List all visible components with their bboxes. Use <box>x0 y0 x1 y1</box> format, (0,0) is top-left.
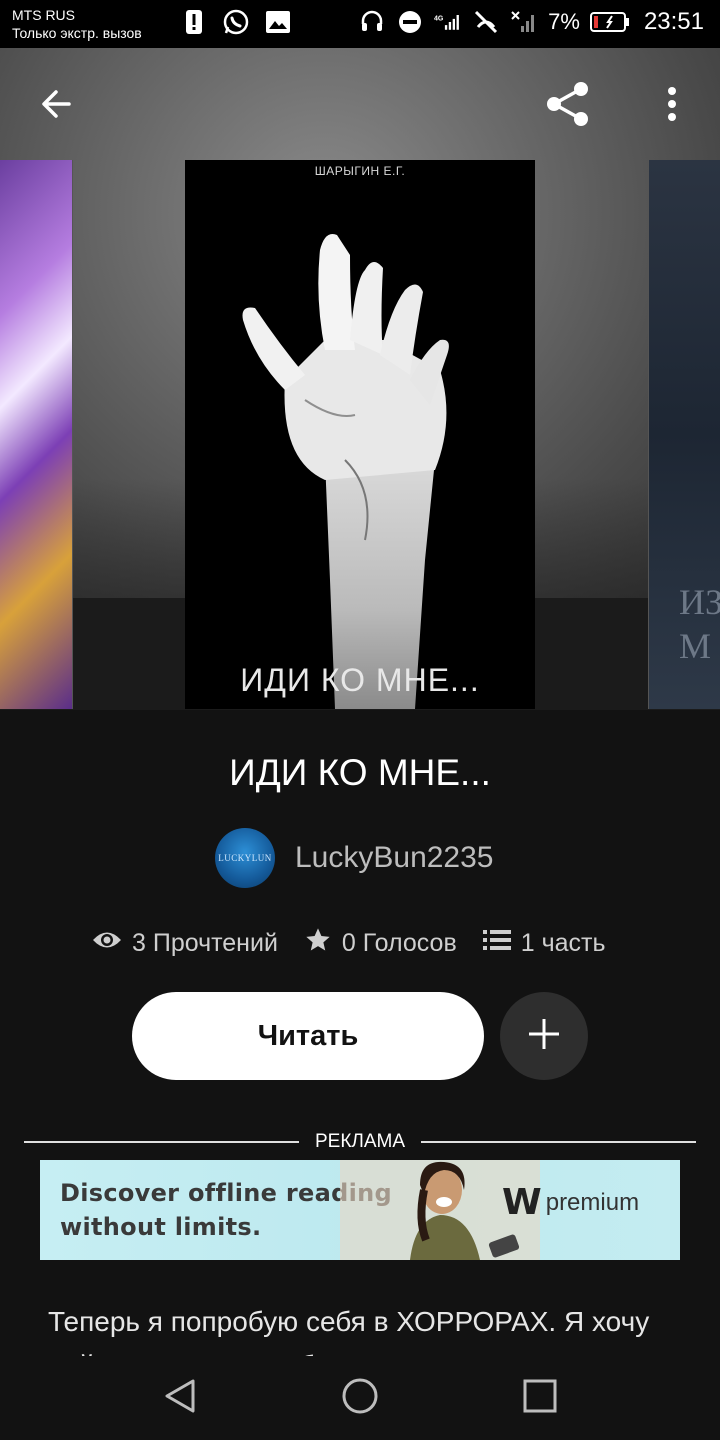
parts-count: 1 часть <box>520 929 606 957</box>
star-icon <box>304 926 332 961</box>
plus-icon <box>527 1017 561 1056</box>
book-stats: 3 Прочтений 0 Голосов 1 часть <box>92 926 606 961</box>
author-name[interactable]: LuckyBun2235 <box>295 841 494 875</box>
next-cover-text: ИЗ М <box>679 582 720 666</box>
previous-cover[interactable] <box>0 160 73 709</box>
system-icons: 4G 7% 23:51 <box>358 8 704 36</box>
circle-home-icon <box>341 1377 379 1420</box>
share-icon <box>544 80 592 133</box>
ad-banner[interactable]: Discover offline reading without limits.… <box>40 1160 680 1260</box>
square-recents-icon <box>523 1379 557 1418</box>
alert-icon <box>180 8 208 36</box>
avatar[interactable]: LUCKYLUN <box>215 828 275 888</box>
author-row[interactable]: LUCKYLUN LuckyBun2235 <box>215 828 494 888</box>
arrow-left-icon <box>39 87 73 126</box>
add-to-library-button[interactable] <box>500 992 588 1080</box>
votes-count: 0 Голосов <box>341 929 457 957</box>
carrier-status: Только экстр. вызов <box>12 25 142 41</box>
ad-label: РЕКЛАМА <box>314 1131 406 1152</box>
carrier-name: MTS RUS <box>12 7 75 23</box>
reads-stat: 3 Прочтений <box>92 929 278 958</box>
no-call-icon <box>472 8 500 36</box>
battery-percent: 7% <box>548 9 580 34</box>
avatar-text: LUCKYLUN <box>218 853 272 863</box>
nav-home-button[interactable] <box>338 1376 382 1420</box>
nav-back-button[interactable] <box>158 1376 202 1420</box>
no-signal-icon <box>510 8 538 36</box>
nav-recents-button[interactable] <box>518 1376 562 1420</box>
svg-text:4G: 4G <box>434 15 444 22</box>
headset-icon <box>358 8 386 36</box>
ad-logo: W premium <box>502 1182 639 1223</box>
navigation-bar <box>0 1356 720 1440</box>
back-button[interactable] <box>28 78 84 134</box>
wattpad-logo-icon: W <box>502 1182 542 1223</box>
whatsapp-icon <box>222 8 250 36</box>
read-button[interactable]: Читать <box>132 992 484 1080</box>
parts-stat: 1 часть <box>482 929 606 958</box>
share-button[interactable] <box>540 78 596 134</box>
votes-stat: 0 Голосов <box>304 926 457 961</box>
next-cover[interactable]: ИЗ М <box>648 160 720 709</box>
more-vert-icon <box>667 86 677 127</box>
divider-line-left <box>24 1141 299 1143</box>
clock: 23:51 <box>643 8 704 35</box>
do-not-disturb-icon <box>396 8 424 36</box>
carrier-info: MTS RUS Только экстр. вызов <box>12 6 142 42</box>
image-icon <box>264 8 292 36</box>
divider-line-right <box>421 1141 696 1143</box>
reads-count: 3 Прочтений <box>132 929 278 957</box>
book-title: ИДИ КО МНЕ... <box>229 752 491 793</box>
book-description: Теперь я попробую себя в ХОРРОРАХ. Я хоч… <box>48 1306 650 1360</box>
more-button[interactable] <box>644 78 700 134</box>
battery-icon <box>589 8 630 36</box>
list-icon <box>482 929 511 958</box>
status-bar: MTS RUS Только экстр. вызов 4G 7% 23:51 <box>0 0 720 48</box>
ad-divider: РЕКЛАМА <box>24 1130 696 1154</box>
eye-icon <box>92 929 122 958</box>
cover-title: ИДИ КО МНЕ... <box>240 662 480 698</box>
notification-icons <box>180 8 292 36</box>
triangle-back-icon <box>163 1378 197 1419</box>
signal-icon: 4G <box>434 8 462 36</box>
ad-logo-text: premium <box>545 1188 640 1216</box>
book-cover[interactable]: ШАРЫГИН Е.Г. ИДИ КО МНЕ... <box>185 160 535 709</box>
hand-illustration <box>242 234 449 709</box>
